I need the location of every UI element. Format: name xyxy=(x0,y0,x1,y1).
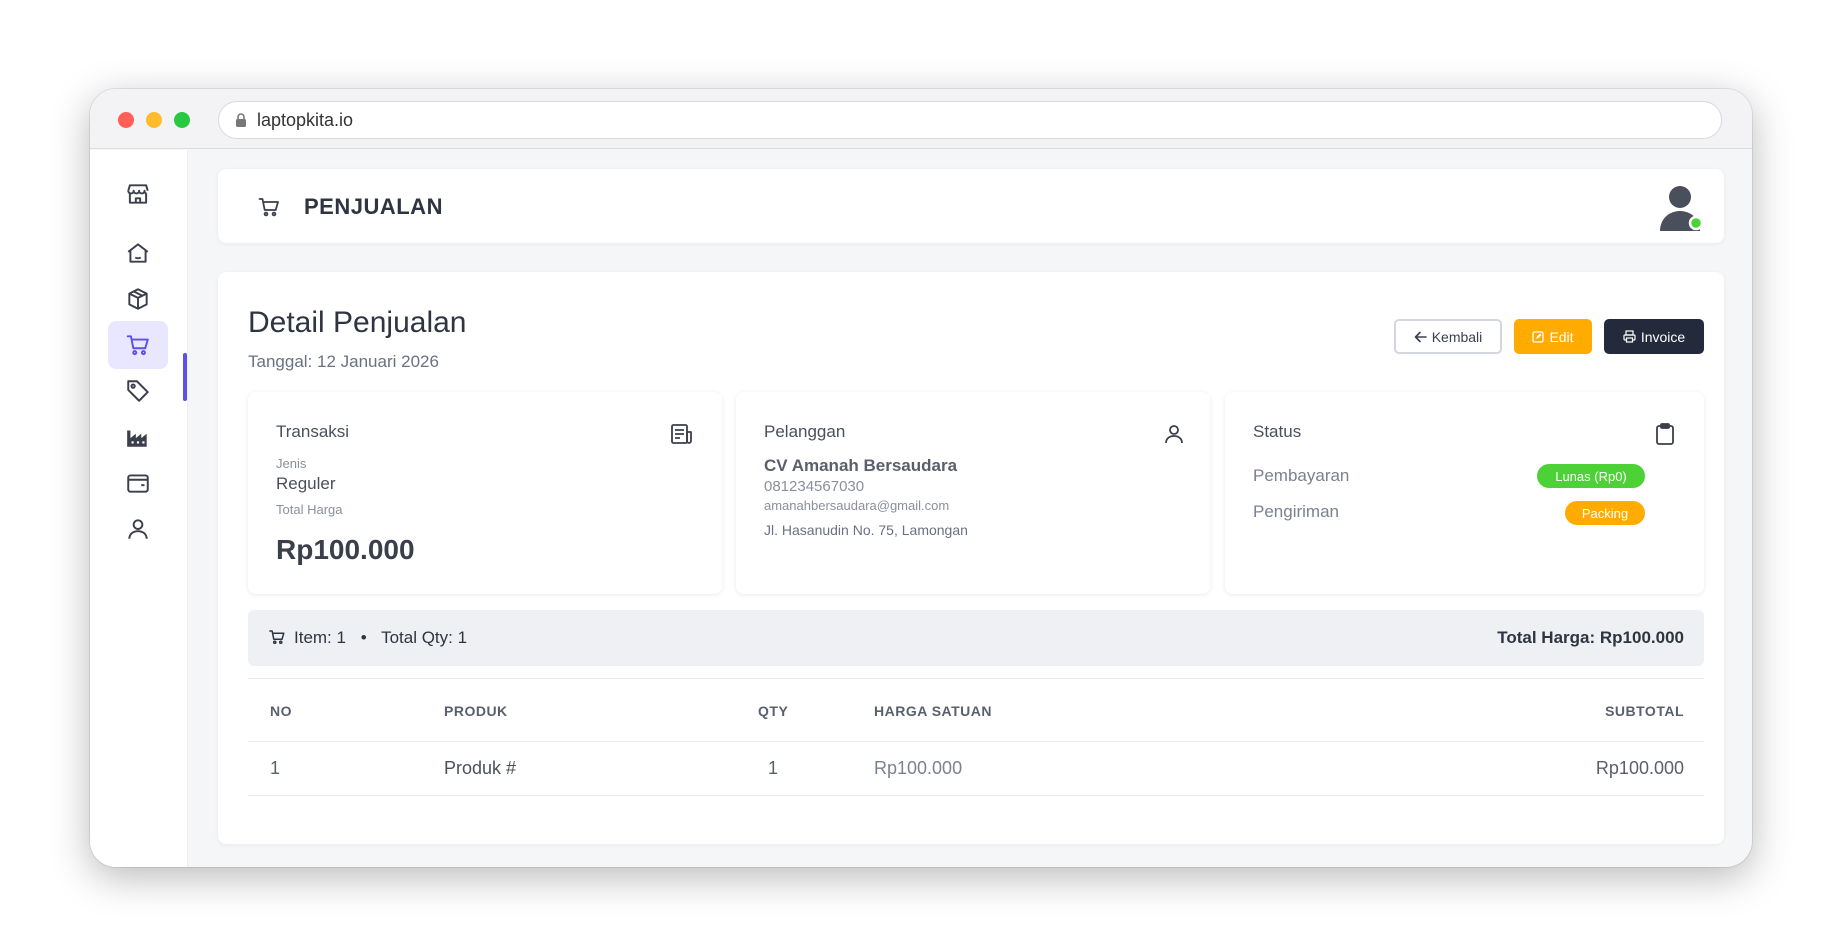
sidebar-item-sales[interactable] xyxy=(108,321,168,369)
item-count: Item: 1 xyxy=(294,628,346,647)
avatar[interactable] xyxy=(1658,183,1706,233)
sidebar-item-home[interactable] xyxy=(108,229,168,277)
table-header: NO PRODUK QTY HARGA SATUAN SUBTOTAL xyxy=(248,678,1704,742)
cart-icon xyxy=(258,198,279,217)
column-header-unit-price: HARGA SATUAN xyxy=(874,703,992,719)
customer-card: Pelanggan CV Amanah Bersaudara 081234567… xyxy=(736,392,1210,594)
status-card-title: Status xyxy=(1253,422,1302,441)
sidebar xyxy=(90,150,188,867)
payment-status-badge: Lunas (Rp0) xyxy=(1537,464,1645,488)
back-button[interactable]: Kembali xyxy=(1394,319,1502,354)
shipping-status-badge: Packing xyxy=(1565,501,1645,525)
status-card: Status Pembayaran Lunas (Rp0) Pengiriman… xyxy=(1225,392,1704,594)
edit-button-label: Edit xyxy=(1549,328,1574,345)
edit-icon xyxy=(1532,330,1545,343)
arrow-left-icon xyxy=(1414,331,1427,342)
user-icon xyxy=(1165,425,1183,444)
wallet-icon xyxy=(127,474,149,493)
cart-icon xyxy=(126,335,149,356)
summary-items: Item: 1 • Total Qty: 1 xyxy=(294,628,467,648)
row-unit-price: Rp100.000 xyxy=(874,758,963,778)
detail-title: Detail Penjualan xyxy=(248,306,467,339)
sidebar-item-tags[interactable] xyxy=(108,367,168,415)
cart-icon xyxy=(269,630,285,645)
type-value: Reguler xyxy=(276,474,336,493)
table-row[interactable]: 1 Produk # 1 Rp100.000 Rp100.000 xyxy=(248,742,1704,796)
address-bar[interactable]: laptopkita.io xyxy=(218,101,1722,139)
page-title: PENJUALAN xyxy=(304,194,443,219)
customer-address: Jl. Hasanudin No. 75, Lamongan xyxy=(764,522,968,538)
store-icon xyxy=(127,184,149,204)
lock-icon xyxy=(236,113,246,127)
page-header: PENJUALAN xyxy=(218,169,1724,243)
sale-date: Tanggal: 12 Januari 2026 xyxy=(248,352,439,371)
back-button-label: Kembali xyxy=(1431,328,1483,345)
customer-card-title: Pelanggan xyxy=(764,422,846,441)
total-qty: Total Qty: 1 xyxy=(381,628,468,647)
summary-total: Total Harga: Rp100.000 xyxy=(1497,628,1684,647)
tag-icon xyxy=(127,380,149,402)
sidebar-item-users[interactable] xyxy=(108,505,168,553)
transaction-card-title: Transaksi xyxy=(276,422,350,441)
customer-email: amanahbersaudara@gmail.com xyxy=(764,498,950,513)
transaction-card: Transaksi Jenis Reguler Total Harga Rp10… xyxy=(248,392,722,594)
column-header-qty: QTY xyxy=(758,703,789,719)
sidebar-item-products[interactable] xyxy=(108,275,168,323)
sales-detail-panel: Detail Penjualan Tanggal: 12 Januari 202… xyxy=(218,272,1724,844)
customer-phone: 081234567030 xyxy=(764,478,865,495)
type-label: Jenis xyxy=(276,456,307,471)
clipboard-icon xyxy=(1656,423,1674,445)
printer-icon xyxy=(1623,330,1636,343)
customer-name: CV Amanah Bersaudara xyxy=(764,456,958,475)
sidebar-item-store[interactable] xyxy=(108,170,168,218)
row-subtotal: Rp100.000 xyxy=(1595,758,1684,778)
summary-separator: • xyxy=(360,628,367,647)
browser-titlebar: laptopkita.io xyxy=(90,89,1752,149)
home-icon xyxy=(127,243,149,263)
user-icon xyxy=(128,519,148,539)
invoice-button-label: Invoice xyxy=(1640,328,1686,345)
receipt-icon xyxy=(671,424,692,444)
row-qty: 1 xyxy=(768,758,779,778)
payment-label: Pembayaran xyxy=(1253,466,1350,485)
row-product: Produk # xyxy=(444,758,517,778)
minimize-window-button[interactable] xyxy=(146,112,162,128)
shipping-label: Pengiriman xyxy=(1253,502,1339,521)
factory-icon xyxy=(127,430,147,447)
total-price-value: Rp100.000 xyxy=(276,534,415,565)
browser-window: laptopkita.io PENJUALAN Detail Penjualan… xyxy=(90,89,1752,867)
box-icon xyxy=(128,288,148,310)
row-no: 1 xyxy=(270,758,281,778)
sidebar-item-wallet[interactable] xyxy=(108,459,168,507)
column-header-product: PRODUK xyxy=(444,703,508,719)
maximize-window-button[interactable] xyxy=(174,112,190,128)
edit-button[interactable]: Edit xyxy=(1514,319,1592,354)
close-window-button[interactable] xyxy=(118,112,134,128)
url-text: laptopkita.io xyxy=(257,109,354,130)
column-header-subtotal: SUBTOTAL xyxy=(1605,703,1684,719)
column-header-no: NO xyxy=(270,703,292,719)
sidebar-item-factory[interactable] xyxy=(108,413,168,461)
order-summary-bar: Item: 1 • Total Qty: 1 Total Harga: Rp10… xyxy=(248,610,1704,666)
active-indicator xyxy=(183,353,187,401)
invoice-button[interactable]: Invoice xyxy=(1604,319,1704,354)
total-price-label: Total Harga xyxy=(276,502,343,517)
